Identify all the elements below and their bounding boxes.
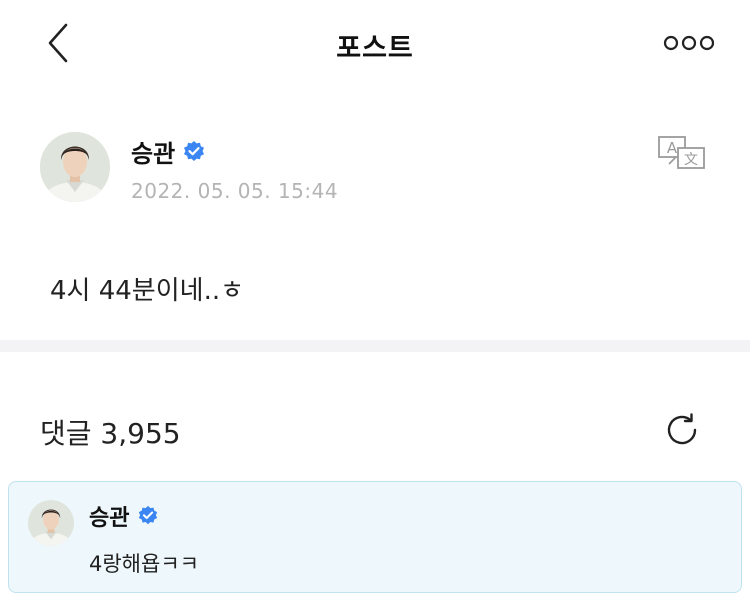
top-bar: 포스트 xyxy=(0,0,750,86)
refresh-button[interactable] xyxy=(662,410,702,450)
comment-text: 4랑해욥ㅋㅋ xyxy=(89,552,199,576)
post-section: 승관 2022. 05. 05. 15:44 A 文 4시 44분이네..ㅎ xyxy=(0,86,750,340)
translate-icon: A 文 xyxy=(658,136,705,169)
comment-item[interactable]: 승관 4랑해욥ㅋㅋ xyxy=(8,481,742,593)
comment-author: 승관 xyxy=(89,500,159,532)
post-content: 4시 44분이네..ㅎ xyxy=(50,276,245,306)
comment-author-avatar[interactable] xyxy=(28,500,74,546)
comment-author-name[interactable]: 승관 xyxy=(89,500,129,532)
page-title: 포스트 xyxy=(336,33,414,64)
translate-button[interactable]: A 文 xyxy=(656,134,708,170)
author-info: 승관 xyxy=(131,134,206,169)
section-divider xyxy=(0,340,750,352)
svg-text:A: A xyxy=(667,139,678,157)
verified-badge-icon xyxy=(137,505,159,527)
more-horizontal-icon xyxy=(663,35,715,51)
comments-count: 댓글 3,955 xyxy=(40,417,181,450)
refresh-icon xyxy=(667,413,697,445)
author-name[interactable]: 승관 xyxy=(131,134,175,169)
verified-badge-icon xyxy=(182,140,206,164)
author-avatar[interactable] xyxy=(40,132,110,202)
post-timestamp: 2022. 05. 05. 15:44 xyxy=(131,179,339,203)
comments-header: 댓글 3,955 xyxy=(0,352,750,478)
svg-text:文: 文 xyxy=(684,152,698,168)
more-options-button[interactable] xyxy=(662,30,718,56)
